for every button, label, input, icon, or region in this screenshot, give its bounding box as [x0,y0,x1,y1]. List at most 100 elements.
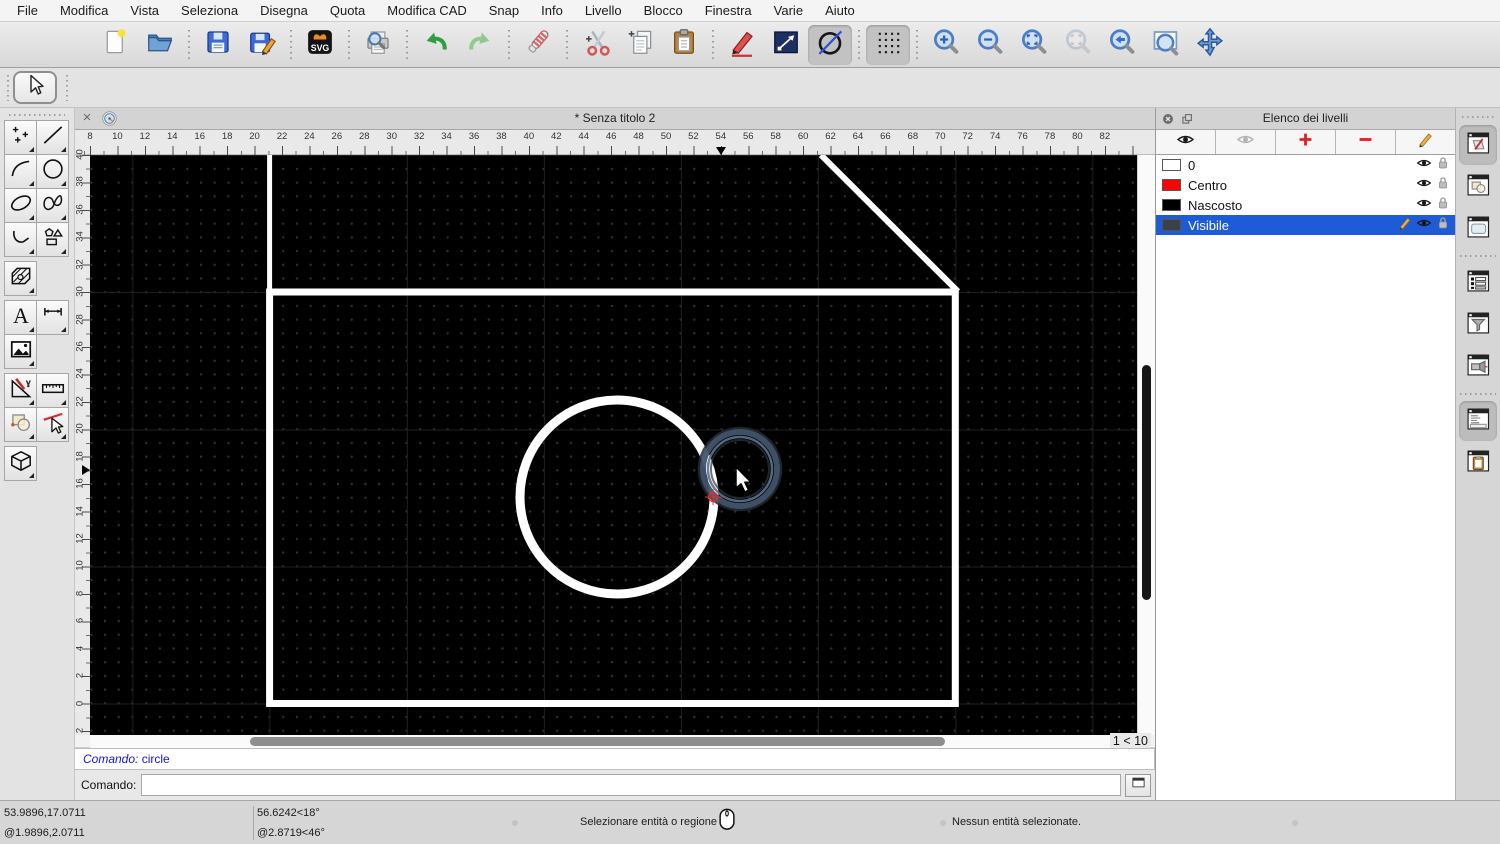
menu-item-blocco[interactable]: Blocco [633,0,694,22]
command-input[interactable] [141,774,1121,796]
pencil-icon[interactable] [1397,215,1413,236]
layer-color-swatch[interactable] [1162,219,1181,231]
horizontal-scrollbar[interactable]: 1 < 10 [75,733,1155,749]
new-file-button[interactable] [94,25,138,65]
zoom-in-button[interactable] [924,25,968,65]
menu-item-info[interactable]: Info [530,0,574,22]
tool-image-button[interactable] [4,334,37,369]
toolbar-drag-handle[interactable] [7,75,9,101]
tool-points-button[interactable] [4,120,37,155]
panel-block-list-button[interactable] [1459,167,1497,207]
undo-button[interactable] [414,25,458,65]
menu-item-varie[interactable]: Varie [763,0,814,22]
tool-circle-button[interactable] [36,154,69,189]
layer-row-0[interactable]: 0 [1156,155,1455,175]
tool-ellipse-button[interactable] [4,188,37,223]
menu-item-snap[interactable]: Snap [478,0,530,22]
circle-tool-button[interactable] [808,24,852,65]
menu-item-quota[interactable]: Quota [319,0,376,22]
cut-button[interactable] [574,25,618,65]
vertical-scrollbar-thumb[interactable] [1142,365,1151,600]
copy-button[interactable] [618,25,662,65]
menu-item-modifica[interactable]: Modifica [49,0,119,22]
menu-item-seleziona[interactable]: Seleziona [170,0,249,22]
toolbar-separator [290,29,292,60]
tool-solid-3d-button[interactable] [4,446,37,481]
layer-color-swatch[interactable] [1162,159,1181,171]
lock-icon[interactable] [1435,195,1451,216]
menu-item-vista[interactable]: Vista [119,0,170,22]
panel-command-line-button[interactable] [1459,401,1497,441]
hruler-label: 54 [715,131,727,142]
layer-row-visibile[interactable]: Visibile [1156,215,1455,235]
lock-icon[interactable] [1435,175,1451,196]
print-preview-button[interactable] [356,25,400,65]
drawing-canvas[interactable] [90,155,1137,735]
layer-row-nascosto[interactable]: Nascosto [1156,195,1455,215]
menu-item-aiuto[interactable]: Aiuto [814,0,866,22]
tool-text-button[interactable]: A [4,300,37,335]
grid-toggle-button[interactable] [866,24,910,65]
zoom-auto-button[interactable] [1012,25,1056,65]
open-folder-button[interactable] [138,25,182,65]
save-button[interactable] [196,25,240,65]
palette-drag-handle[interactable] [9,114,65,116]
menu-item-finestra[interactable]: Finestra [694,0,763,22]
draw-pencil-button[interactable] [720,25,764,65]
eraser-button[interactable] [516,25,560,65]
redo-button[interactable] [458,25,502,65]
tool-polyline-button[interactable] [4,222,37,257]
flyout-indicator [29,400,34,405]
panel-library-browser-button[interactable] [1459,347,1497,387]
selection-tool-button[interactable] [13,71,57,104]
layer-color-swatch[interactable] [1162,179,1181,191]
tool-line-button[interactable] [36,120,69,155]
dock-drag-handle[interactable] [1462,116,1494,118]
vertical-scrollbar[interactable] [1137,155,1155,748]
zoom-pan-button[interactable] [1188,25,1232,65]
zoom-selection-button[interactable] [1056,25,1100,65]
zoom-previous-button[interactable] [1100,25,1144,65]
menu-item-file[interactable]: File [6,0,49,22]
layer-panel-minus-red-button[interactable] [1336,130,1396,154]
line-tool-button[interactable] [764,25,808,65]
tool-measure-button[interactable] [36,373,69,408]
layer-panel-eye-button[interactable] [1156,130,1216,154]
eye-icon[interactable] [1416,175,1432,196]
layer-color-swatch[interactable] [1162,199,1181,211]
layer-panel-plus-red-button[interactable] [1276,130,1336,154]
tool-hatch-button[interactable] [4,261,37,296]
paste-button[interactable] [662,25,706,65]
zoom-window-button[interactable] [1144,25,1188,65]
toolbar-drag-handle[interactable] [66,75,68,101]
menu-item-livello[interactable]: Livello [574,0,633,22]
panel-selection-filter-button[interactable] [1459,305,1497,345]
menu-item-disegna[interactable]: Disegna [249,0,319,22]
tool-block-button[interactable] [4,407,37,442]
svg-export-button[interactable]: SVG [298,25,342,65]
save-as-button[interactable] [240,25,284,65]
tool-spline-button[interactable] [36,188,69,223]
panel-clipboard-button[interactable] [1459,443,1497,483]
command-panel-toggle-button[interactable] [1125,773,1151,797]
lock-icon[interactable] [1435,155,1451,176]
hruler-label: 20 [249,131,260,142]
panel-property-editor-button[interactable] [1459,263,1497,303]
eye-icon[interactable] [1416,215,1432,236]
horizontal-scrollbar-thumb[interactable] [250,737,945,746]
layer-row-centro[interactable]: Centro [1156,175,1455,195]
panel-layer-list-button[interactable] [1459,125,1497,165]
lock-icon[interactable] [1435,215,1451,236]
panel-view-list-button[interactable] [1459,209,1497,249]
menu-item-modifica-cad[interactable]: Modifica CAD [376,0,477,22]
tool-modify-select-button[interactable] [36,407,69,442]
layer-panel-eye-faded-button[interactable] [1216,130,1276,154]
layer-panel-pencil-button[interactable] [1396,130,1455,154]
tool-shapes-button[interactable] [36,222,69,257]
tool-modify-button[interactable] [4,373,37,408]
eye-icon[interactable] [1416,155,1432,176]
zoom-out-button[interactable] [968,25,1012,65]
eye-icon[interactable] [1416,195,1432,216]
tool-dimension-button[interactable] [36,300,69,335]
tool-arc-button[interactable] [4,154,37,189]
